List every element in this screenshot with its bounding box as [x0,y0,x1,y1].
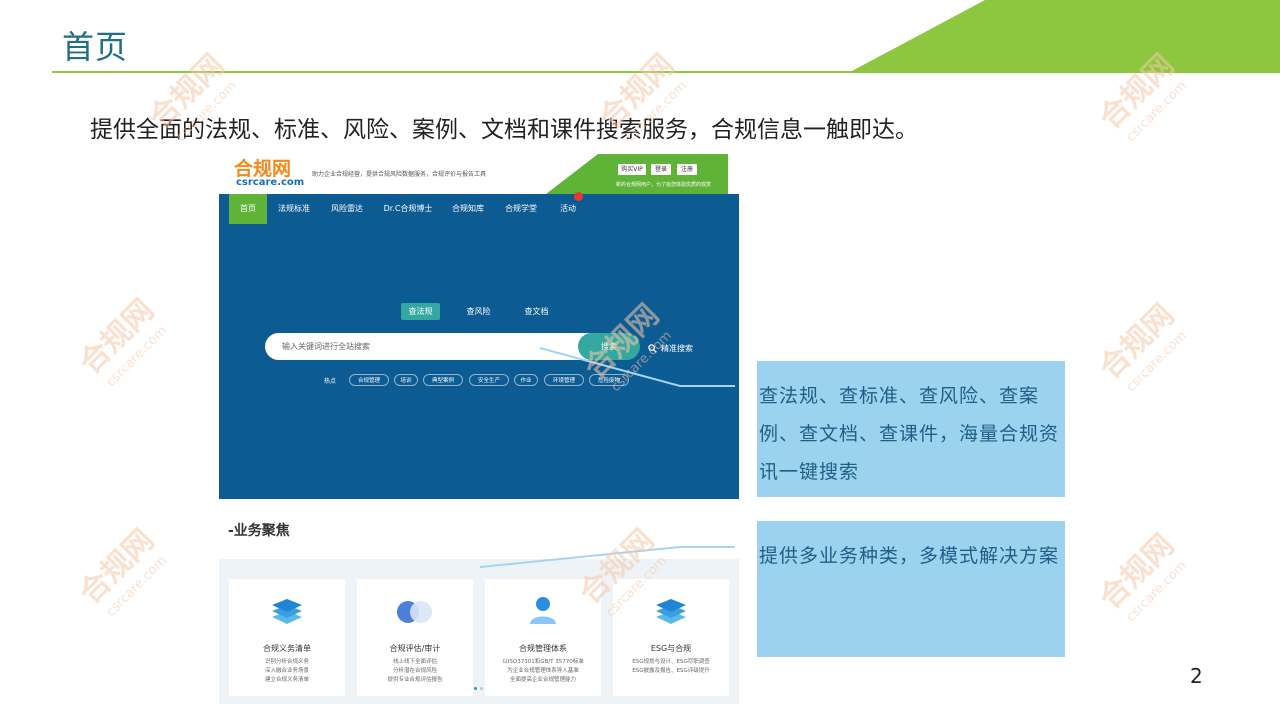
hot-badge-icon [574,192,583,201]
card-desc: 分析潜在合规风险 [392,668,437,674]
nav-item-dr-c[interactable]: Dr.C合规博士 [380,194,436,224]
card-desc: 深入融合业务场景 [264,668,309,674]
site-top-note: 新的合规网用户，为了给您体验优质的观赏 [616,182,712,188]
search-tab-risk[interactable]: 查风险 [459,303,498,320]
nav-item-knowledge[interactable]: 合规知库 [448,194,488,224]
search-placeholder: 输入关键词进行全站搜索 [282,342,370,351]
card-title: 合规管理体系 [519,644,567,653]
card-title: ESG与合规 [650,644,692,653]
watermark-logo: 合规网csrcare.com [1093,48,1190,145]
stack-layers-icon [272,599,302,624]
business-section-title: -业务聚焦 [228,523,290,539]
card-desc: 为企业合规管理体系导入基准 [507,668,579,674]
hot-tag[interactable]: 合规管理 [349,374,389,386]
watermark-logo: 合规网csrcare.com [593,48,690,145]
nav-item-academy[interactable]: 合规学堂 [501,194,541,224]
watermark-logo: 合规网csrcare.com [143,48,240,145]
carousel-dot[interactable] [480,687,483,690]
site-tagline: 助力企业合规经营，提供合规风险数据服务，合规评价与报告工具 [312,171,487,178]
card-desc: 提供专业合规评估报告 [387,677,443,683]
callout-business: 提供多业务种类，多模式解决方案 [757,521,1065,657]
card-desc: 全面提高企业合规管理能力 [509,677,576,683]
overlap-circles-icon [397,601,432,623]
card-desc: ESG披露及报告、ESG评级提升 [632,668,710,674]
user-icon [530,597,556,624]
watermark-logo: 合规网csrcare.com [73,523,170,620]
watermark-logo: 合规网csrcare.com [1093,528,1190,625]
register-button[interactable]: 注册 [677,164,697,175]
header-accent-shape [850,0,1280,72]
search-tab-regulations[interactable]: 查法规 [401,303,440,320]
watermark-logo: 合规网csrcare.com [578,298,675,395]
card-desc: 以ISO37301和GB/T 35770标准 [502,659,584,665]
nav-item-home[interactable]: 首页 [229,194,267,224]
card-desc: ESG规划与设计、ESG尽职调查 [632,659,710,665]
nav-item-regulations[interactable]: 法规标准 [274,194,314,224]
card-title: 合规评估/审计 [389,644,441,653]
card-desc: 线上线下全面评估 [392,659,437,665]
callout-search: 查法规、查标准、查风险、查案例、查文档、查课件，海量合规资讯一键搜索 [757,361,1065,497]
carousel-dot-active[interactable] [474,687,477,690]
search-tab-documents[interactable]: 查文档 [517,303,556,320]
watermark-logo: 合规网csrcare.com [1093,298,1190,395]
card-title: 合规义务清单 [263,644,311,653]
card-desc: 识别分析合规义务 [264,659,309,665]
hot-tag[interactable]: 典型案例 [423,374,463,386]
card-desc: 建立合规义务清单 [264,677,309,683]
nav-item-risk-radar[interactable]: 风险雷达 [326,194,368,224]
watermark-logo: 合规网csrcare.com [573,523,670,620]
login-button[interactable]: 登录 [651,164,671,175]
watermark-logo: 合规网csrcare.com [73,293,170,390]
site-logo-domain: csrcare.com [236,177,305,188]
hot-topics-label: 热点 [324,378,337,385]
hot-tag[interactable]: 培训 [394,374,418,386]
page-title: 首页 [62,28,129,66]
page-number: 2 [1190,664,1203,688]
buy-vip-button[interactable]: 购买VIP [618,164,646,175]
